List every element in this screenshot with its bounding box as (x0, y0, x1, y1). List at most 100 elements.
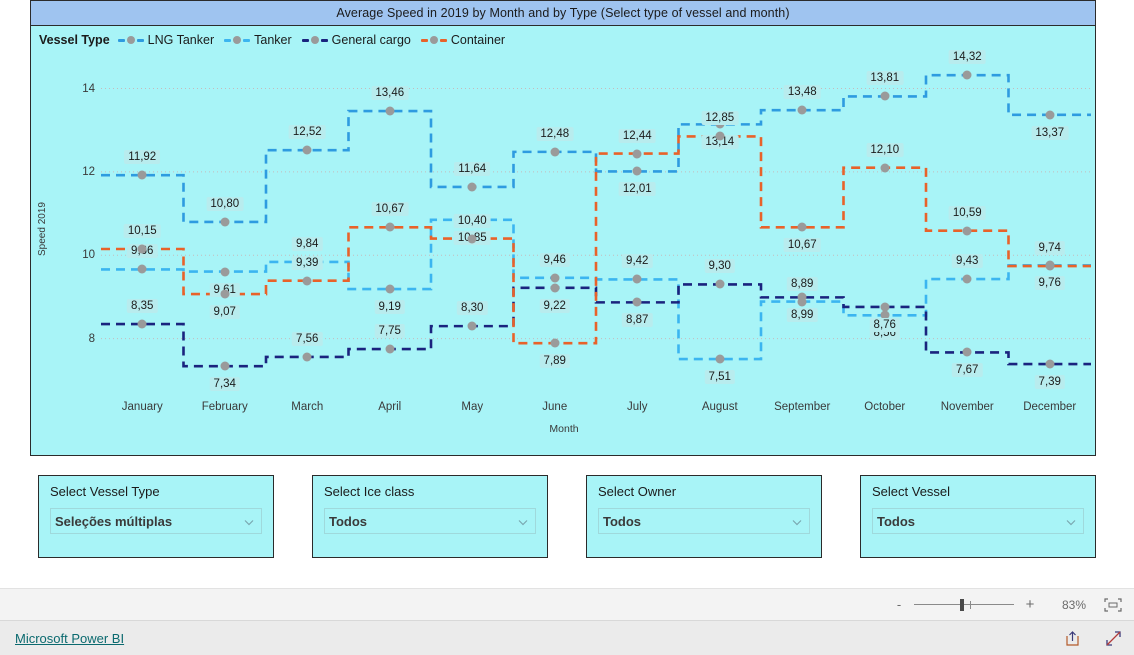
legend-marker-icon (420, 36, 447, 44)
slicer-value: Todos (603, 513, 642, 529)
data-point-marker[interactable] (302, 276, 312, 286)
data-point-marker[interactable] (302, 352, 312, 362)
x-tick-label: July (627, 401, 648, 413)
x-tick-label: February (201, 401, 248, 413)
legend-label: Container (450, 33, 506, 47)
chart-title: Average Speed in 2019 by Month and by Ty… (336, 6, 790, 20)
slicer-dropdown[interactable]: Todos (598, 508, 810, 534)
x-tick-label: June (542, 401, 568, 413)
slicer-select-ice-class[interactable]: Select Ice class Todos (312, 475, 548, 558)
zoom-in-button[interactable]: + (1024, 596, 1036, 613)
data-point-marker[interactable] (467, 182, 477, 192)
slicer-dropdown[interactable]: Seleções múltiplas (50, 508, 262, 534)
chevron-down-icon[interactable] (791, 515, 803, 527)
data-point-marker[interactable] (220, 361, 230, 371)
data-point-marker[interactable] (880, 310, 890, 320)
fullscreen-icon[interactable] (1105, 630, 1122, 647)
data-point-marker[interactable] (880, 163, 890, 173)
data-point-marker[interactable] (467, 234, 477, 244)
chevron-down-icon[interactable] (1065, 515, 1077, 527)
data-point-marker[interactable] (137, 264, 147, 274)
data-point-marker[interactable] (715, 354, 725, 364)
data-point-marker[interactable] (385, 284, 395, 294)
data-point-marker[interactable] (467, 215, 477, 225)
data-point-marker[interactable] (962, 274, 972, 284)
data-point-marker[interactable] (137, 170, 147, 180)
chart-svg (101, 73, 1091, 368)
data-point-marker[interactable] (880, 91, 890, 101)
legend-item-general-cargo[interactable]: General cargo (301, 33, 411, 47)
legend-marker-icon (301, 36, 328, 44)
legend-item-lng-tanker[interactable]: LNG Tanker (117, 33, 215, 47)
data-point-marker[interactable] (632, 149, 642, 159)
x-tick-label: November (940, 401, 994, 413)
y-tick-label: 8 (88, 332, 95, 345)
data-point-marker[interactable] (220, 289, 230, 299)
data-point-marker[interactable] (797, 292, 807, 302)
data-point-marker[interactable] (137, 319, 147, 329)
share-icon[interactable] (1064, 630, 1081, 647)
zoom-slider-notch (970, 600, 971, 609)
zoom-out-button[interactable]: - (894, 597, 904, 612)
data-point-marker[interactable] (550, 273, 560, 283)
plot-area[interactable]: 11,92 10,80 12,52 13,46 11,64 12,48 12,01 13,14… (101, 50, 1091, 397)
slicer-value: Todos (877, 513, 916, 529)
slicer-select-owner[interactable]: Select Owner Todos (586, 475, 822, 558)
slicer-dropdown[interactable]: Todos (872, 508, 1084, 534)
data-point-marker[interactable] (220, 217, 230, 227)
x-tick-label: January (121, 401, 163, 413)
footer-bar: Microsoft Power BI (0, 620, 1134, 655)
data-point-marker[interactable] (962, 70, 972, 80)
data-point-marker[interactable] (632, 166, 642, 176)
data-point-marker[interactable] (715, 119, 725, 129)
chevron-down-icon[interactable] (243, 515, 255, 527)
data-point-marker[interactable] (1045, 359, 1055, 369)
legend-item-tanker[interactable]: Tanker (224, 33, 292, 47)
data-point-marker[interactable] (550, 283, 560, 293)
data-point-marker[interactable] (550, 338, 560, 348)
legend-item-container[interactable]: Container (420, 33, 506, 47)
legend-label: LNG Tanker (147, 33, 215, 47)
data-point-marker[interactable] (550, 147, 560, 157)
data-point-marker[interactable] (220, 267, 230, 277)
slicer-select-vessel-type[interactable]: Select Vessel Type Seleções múltiplas (38, 475, 274, 558)
data-point-marker[interactable] (797, 105, 807, 115)
y-tick-label: 12 (82, 165, 95, 178)
slicer-value: Seleções múltiplas (55, 513, 173, 529)
data-point-marker[interactable] (137, 244, 147, 254)
fit-to-page-icon[interactable] (1104, 597, 1122, 612)
data-point-marker[interactable] (302, 257, 312, 267)
y-tick-label: 14 (82, 82, 95, 95)
chart-visual[interactable]: Average Speed in 2019 by Month and by Ty… (30, 0, 1096, 456)
data-point-marker[interactable] (632, 274, 642, 284)
data-point-marker[interactable] (302, 145, 312, 155)
series-line-lng-tanker (101, 73, 1091, 224)
data-point-marker[interactable] (467, 321, 477, 331)
chevron-down-icon[interactable] (517, 515, 529, 527)
chart-title-bar: Average Speed in 2019 by Month and by Ty… (31, 1, 1095, 26)
zoom-slider-track (914, 603, 1014, 605)
slicer-select-vessel[interactable]: Select Vessel Todos (860, 475, 1096, 558)
zoom-slider[interactable] (914, 598, 1014, 612)
data-point-marker[interactable] (1045, 261, 1055, 271)
data-point-marker[interactable] (715, 279, 725, 289)
data-point-marker[interactable] (385, 106, 395, 116)
data-point-marker[interactable] (632, 297, 642, 307)
chart-legend[interactable]: Vessel Type LNG Tanker Tanker General carg… (39, 31, 515, 49)
legend-items: LNG Tanker Tanker General cargo Container (117, 33, 515, 47)
data-point-marker[interactable] (715, 131, 725, 141)
data-point-marker[interactable] (385, 222, 395, 232)
y-axis-title: Speed 2019 (37, 202, 48, 256)
power-bi-link[interactable]: Microsoft Power BI (15, 631, 124, 646)
zoom-slider-thumb[interactable] (960, 598, 964, 611)
data-point-marker[interactable] (797, 222, 807, 232)
slicer-dropdown[interactable]: Todos (324, 508, 536, 534)
data-point-marker[interactable] (880, 302, 890, 312)
data-point-marker[interactable] (962, 347, 972, 357)
y-axis-ticks: 8 10 12 14 (51, 51, 95, 397)
slicer-title: Select Owner (598, 484, 677, 499)
data-point-marker[interactable] (1045, 110, 1055, 120)
slicer-value: Todos (329, 513, 368, 529)
data-point-marker[interactable] (385, 344, 395, 354)
data-point-marker[interactable] (962, 226, 972, 236)
